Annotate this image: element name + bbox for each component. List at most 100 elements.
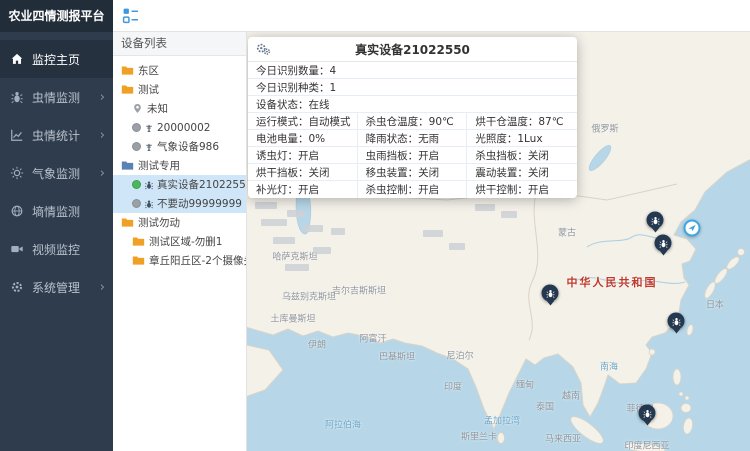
sun-icon [10,166,24,180]
map-label-block [475,204,495,211]
tree-label: 测试勿动 [138,215,180,230]
map[interactable]: 俄罗斯蒙古哈萨克斯坦吉尔吉斯斯坦乌兹别克斯坦土库曼斯坦伊朗阿富汗巴基斯坦印度尼泊… [247,32,750,451]
device-list-panel: 设备列表 东区 测试 未知 [113,32,247,451]
info-cell: 烘干控制：开启 [467,181,577,198]
sidebar-menu: 监控主页 虫情监测 › 虫情统计 › 气象监测 › 墒情监测 [0,32,113,306]
sidebar-item-insect-monitor[interactable]: 虫情监测 › [0,78,113,116]
tree-folder-zhangqiu-cameras[interactable]: 章丘阳丘区-2个摄像头 [113,251,246,270]
tree-folder-test[interactable]: 测试 [113,80,246,99]
device-list-title: 设备列表 [113,32,246,56]
tree-label: 测试区域-勿删1 [149,234,222,249]
sidebar-item-video-monitor[interactable]: 视频监控 [0,230,113,268]
status-dot-offline [132,123,141,132]
tree-device-real-21022550[interactable]: 真实设备21022550 [113,175,246,194]
device-info-popup: 真实设备21022550 今日识别数量：4 今日识别种类：1 设备状态：在线 运… [248,37,577,198]
info-row: 运行模式：自动模式 杀虫仓温度：90℃ 烘干仓温度：87℃ [248,113,577,130]
info-row: 补光灯：开启 杀虫控制：开启 烘干控制：开启 [248,181,577,198]
map-label: 蒙古 [558,226,576,239]
map-label: 马来西亚 [545,432,581,445]
map-device-marker[interactable] [639,405,656,422]
chevron-right-icon: › [100,167,105,180]
info-cell: 光照度：1Lux [467,130,577,147]
sidebar-item-system-settings[interactable]: 系统管理 › [0,268,113,306]
topbar [113,0,750,32]
device-settings-gears-icon[interactable] [255,42,271,56]
info-cell: 补光灯：开启 [248,181,358,198]
info-cell: 诱虫灯：开启 [248,147,358,164]
sidebar: 农业四情测报平台 监控主页 虫情监测 › 虫情统计 › 气象监测 › [0,0,113,451]
sidebar-item-soil-monitor[interactable]: 墒情监测 [0,192,113,230]
tree-folder-east[interactable]: 东区 [113,61,246,80]
info-row: 烘干挡板：关闭 移虫装置：关闭 震动装置：关闭 [248,164,577,181]
map-label-block [255,202,277,209]
map-label: 阿富汗 [359,332,386,345]
map-label: 尼泊尔 [446,349,473,362]
tree-device-weather986[interactable]: 气象设备986 [113,137,246,156]
bug-icon [10,90,24,104]
status-dot-online [132,180,141,189]
map-label: 泰国 [536,400,554,413]
tree-device-20000002[interactable]: 20000002 [113,118,246,137]
home-icon [10,52,24,66]
tree-folder-test-region[interactable]: 测试区域-勿删1 [113,232,246,251]
info-row-recognition-count: 今日识别数量：4 [248,62,577,79]
map-sea-label: 南海 [600,360,618,373]
chevron-right-icon: › [100,91,105,104]
info-cell: 烘干挡板：关闭 [248,164,358,181]
map-label-block [423,230,443,237]
globe-icon [10,204,24,218]
map-label-block [285,264,309,271]
info-cell: 烘干仓温度：87℃ [467,113,577,130]
map-device-marker[interactable] [647,212,664,229]
info-cell: 杀虫控制：开启 [358,181,468,198]
bug-device-icon [144,180,154,190]
sidebar-item-label: 虫情统计 [32,127,80,144]
tree-device-unknown[interactable]: 未知 [113,99,246,118]
tree-folder-test-nomove[interactable]: 测试勿动 [113,213,246,232]
map-label-block [273,237,295,244]
status-dot-offline [132,142,141,151]
main-area: 设备列表 东区 测试 未知 [113,0,750,451]
map-label-block [287,210,305,217]
folder-icon [121,84,134,95]
folder-icon [132,236,145,247]
sidebar-item-insect-stats[interactable]: 虫情统计 › [0,116,113,154]
gear-icon [10,280,24,294]
sidebar-item-weather-monitor[interactable]: 气象监测 › [0,154,113,192]
map-label: 印度 [444,380,462,393]
tree-label: 东区 [138,63,159,78]
map-cluster-marker[interactable] [684,220,701,237]
sidebar-item-label: 视频监控 [32,241,80,258]
content: 设备列表 东区 测试 未知 [113,32,750,451]
folder-icon [121,160,134,171]
station-icon [144,123,154,133]
info-row-device-status: 设备状态：在线 [248,96,577,113]
folder-icon [121,217,134,228]
info-cell: 运行模式：自动模式 [248,113,358,130]
folder-icon [121,65,134,76]
tree-label: 20000002 [157,122,210,134]
sidebar-item-monitor-home[interactable]: 监控主页 [0,40,113,78]
map-pin-icon [132,103,143,114]
info-cell: 电池电量：0% [248,130,358,147]
sidebar-item-label: 墒情监测 [32,203,80,220]
app-window: 农业四情测报平台 监控主页 虫情监测 › 虫情统计 › 气象监测 › [0,0,750,451]
tree-device-donttouch[interactable]: 不要动99999999 [113,194,246,213]
map-label-block [331,228,345,235]
camera-icon [10,242,24,256]
map-device-marker[interactable] [668,313,685,330]
map-device-marker[interactable] [655,235,672,252]
tree-label: 测试专用 [138,158,180,173]
map-label: 越南 [562,389,580,402]
popup-title-bar: 真实设备21022550 [248,37,577,62]
map-label-block [449,243,465,250]
tree-label: 气象设备986 [157,139,219,154]
chevron-right-icon: › [100,281,105,294]
popup-title: 真实设备21022550 [355,41,470,58]
map-label: 土库曼斯坦 [270,312,315,325]
info-cell: 移虫装置：关闭 [358,164,468,181]
tree-folder-test-special[interactable]: 测试专用 [113,156,246,175]
map-device-marker[interactable] [542,285,559,302]
panel-toggle-icon[interactable] [122,7,139,24]
map-label: 伊朗 [308,338,326,351]
